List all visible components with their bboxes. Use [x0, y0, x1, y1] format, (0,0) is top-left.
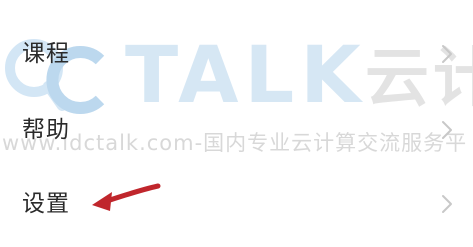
settings-screen: TALK 云计 www.idctalk.com-国内专业云计算交流服务平 课程 … — [0, 0, 473, 247]
menu-item-label: 设置 — [22, 191, 70, 217]
chevron-right-icon — [441, 192, 453, 216]
menu-item-help[interactable]: 帮助 — [0, 92, 473, 170]
chevron-right-icon — [441, 118, 453, 142]
menu-item-courses[interactable]: 课程 — [0, 16, 473, 94]
red-arrow-icon — [92, 183, 161, 211]
menu-item-label: 课程 — [22, 41, 70, 67]
menu-item-settings[interactable]: 设置 — [0, 166, 473, 244]
chevron-right-icon — [441, 42, 453, 66]
menu-list: 课程 帮助 设置 — [0, 0, 473, 247]
menu-item-label: 帮助 — [22, 117, 70, 143]
